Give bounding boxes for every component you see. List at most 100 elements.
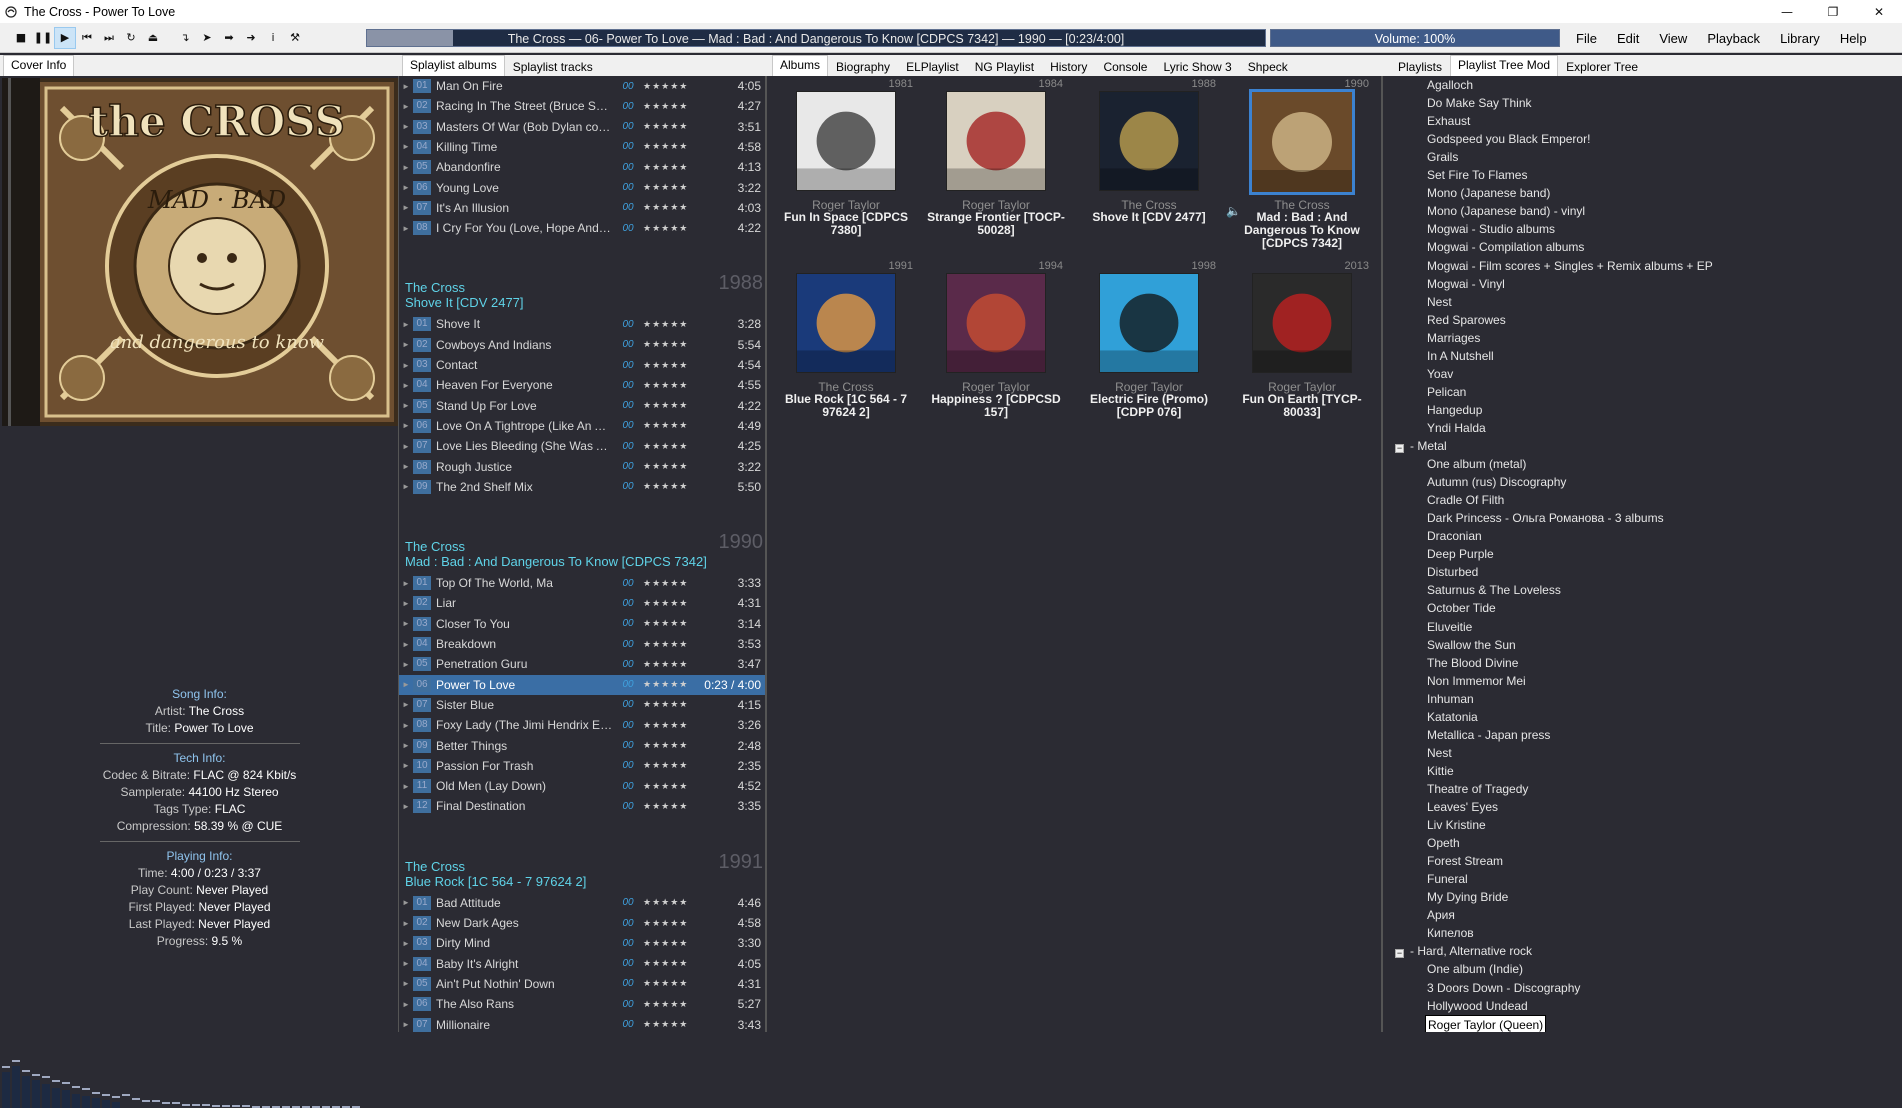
expand-icon[interactable]: ► (402, 782, 410, 791)
expand-icon[interactable]: ► (402, 660, 410, 669)
expand-icon[interactable]: ► (402, 680, 410, 689)
track-row[interactable]: ► 04 Killing Time 00 ★★★★★ 4:58 (399, 137, 765, 157)
rating-stars[interactable]: ★★★★★ (643, 740, 693, 751)
track-row[interactable]: ► 05 Stand Up For Love 00 ★★★★★ 4:22 (399, 396, 765, 416)
track-row[interactable]: ► 07 Sister Blue 00 ★★★★★ 4:15 (399, 695, 765, 715)
track-row[interactable]: ► 01 Bad Attitude 00 ★★★★★ 4:46 (399, 893, 765, 913)
expand-icon[interactable]: ► (402, 579, 410, 588)
tab-splaylist-tracks[interactable]: Splaylist tracks (505, 57, 601, 76)
tree-item[interactable]: October Tide (1427, 599, 1496, 617)
rating-stars[interactable]: ★★★★★ (643, 618, 693, 629)
track-row[interactable]: ► 05 Penetration Guru 00 ★★★★★ 3:47 (399, 654, 765, 674)
expand-icon[interactable]: ► (402, 802, 410, 811)
rating-stars[interactable]: ★★★★★ (643, 461, 693, 472)
track-row[interactable]: ► 02 Liar 00 ★★★★★ 4:31 (399, 593, 765, 613)
rating-stars[interactable]: ★★★★★ (643, 760, 693, 771)
album-thumbnail[interactable] (796, 91, 896, 191)
rating-stars[interactable]: ★★★★★ (643, 958, 693, 969)
tab-explorer-tree[interactable]: Explorer Tree (1558, 57, 1646, 76)
tree-item[interactable]: Grails (1427, 148, 1458, 166)
tree-item[interactable]: One album (metal) (1427, 455, 1526, 473)
menu-help[interactable]: Help (1830, 31, 1877, 46)
rating-stars[interactable]: ★★★★★ (643, 938, 693, 949)
menu-view[interactable]: View (1649, 31, 1697, 46)
tools-icon[interactable]: ⚒ (284, 27, 306, 49)
tab-albums[interactable]: Albums (772, 55, 829, 76)
foobar-app-icon[interactable] (4, 5, 18, 19)
expand-icon[interactable]: ► (402, 741, 410, 750)
track-row[interactable]: ► 03 Masters Of War (Bob Dylan cover) 00 ★★★… (399, 117, 765, 137)
tab-playlists[interactable]: Playlists (1390, 57, 1450, 76)
tree-category[interactable]: − - Hard, Alternative rock (1395, 942, 1532, 960)
rating-stars[interactable]: ★★★★★ (643, 162, 693, 173)
album-thumbnail[interactable] (946, 273, 1046, 373)
tree-item[interactable]: Mogwai - Vinyl (1427, 275, 1505, 293)
rating-stars[interactable]: ★★★★★ (643, 978, 693, 989)
collapse-icon[interactable]: − (1395, 444, 1404, 453)
expand-icon[interactable]: ► (402, 82, 410, 91)
expand-icon[interactable]: ► (402, 700, 410, 709)
rating-stars[interactable]: ★★★★★ (643, 121, 693, 132)
tree-item[interactable]: Yndi Halda (1427, 419, 1486, 437)
album-group-header[interactable]: The Cross Shove It [CDV 2477] 1988 (405, 273, 763, 310)
expand-icon[interactable]: ► (402, 340, 410, 349)
tree-item[interactable]: Marriages (1427, 329, 1480, 347)
track-row[interactable]: ► 03 Dirty Mind 00 ★★★★★ 3:30 (399, 933, 765, 953)
tab-biography[interactable]: Biography (828, 57, 898, 76)
tree-item[interactable]: Saturnus & The Loveless (1427, 581, 1561, 599)
rating-stars[interactable]: ★★★★★ (643, 897, 693, 908)
tree-item[interactable]: Hangedup (1427, 401, 1482, 419)
playlist-view[interactable]: ► 01 Man On Fire 00 ★★★★★ 4:05 ► 02 Racing In Th… (399, 76, 767, 1032)
expand-icon[interactable]: ► (402, 401, 410, 410)
rating-stars[interactable]: ★★★★★ (643, 141, 693, 152)
cursor-follows-playback-icon[interactable]: ➡ (218, 27, 240, 49)
rating-stars[interactable]: ★★★★★ (643, 598, 693, 609)
expand-icon[interactable]: ► (402, 442, 410, 451)
expand-icon[interactable]: ► (402, 122, 410, 131)
expand-icon[interactable]: ► (402, 919, 410, 928)
tree-item[interactable]: Dark Princess - Ольга Романова - 3 album… (1427, 509, 1664, 527)
tab-cover-info[interactable]: Cover Info (3, 55, 75, 76)
menu-file[interactable]: File (1566, 31, 1607, 46)
tree-item[interactable]: Leaves' Eyes (1427, 798, 1498, 816)
rating-stars[interactable]: ★★★★★ (643, 400, 693, 411)
track-row[interactable]: ► 05 Abandonfire 00 ★★★★★ 4:13 (399, 157, 765, 177)
track-row[interactable]: ► 04 Breakdown 00 ★★★★★ 3:53 (399, 634, 765, 654)
tree-item[interactable]: Кипелов (1427, 924, 1474, 942)
album-thumbnail[interactable] (1249, 89, 1355, 195)
rating-stars[interactable]: ★★★★★ (643, 481, 693, 492)
rating-stars[interactable]: ★★★★★ (643, 81, 693, 92)
rating-stars[interactable]: ★★★★★ (643, 319, 693, 330)
tree-item[interactable]: Do Make Say Think (1427, 94, 1532, 112)
tree-item[interactable]: Cradle Of Filth (1427, 491, 1504, 509)
tree-item[interactable]: Autumn (rus) Discography (1427, 473, 1566, 491)
expand-icon[interactable]: ► (402, 761, 410, 770)
tree-item[interactable]: Funeral (1427, 870, 1468, 888)
tree-item[interactable]: Disturbed (1427, 563, 1478, 581)
previous-button[interactable]: ⏮ (76, 27, 98, 49)
tree-item[interactable]: Forest Stream (1427, 852, 1503, 870)
track-row[interactable]: ► 07 Love Lies Bleeding (She Was A... 00 ★★★… (399, 436, 765, 456)
tab-ng-playlist[interactable]: NG Playlist (967, 57, 1042, 76)
rating-stars[interactable]: ★★★★★ (643, 699, 693, 710)
tree-item[interactable]: Yoav (1427, 365, 1453, 383)
tree-item[interactable]: Mono (Japanese band) - vinyl (1427, 202, 1585, 220)
tree-item[interactable]: Opeth (1427, 834, 1460, 852)
rating-stars[interactable]: ★★★★★ (643, 420, 693, 431)
track-row[interactable]: ► 06 Love On A Tightrope (Like An An... 00 ★… (399, 416, 765, 436)
playback-order-icon[interactable]: ↴ (174, 27, 196, 49)
track-row[interactable]: ► 05 Ain't Put Nothin' Down 00 ★★★★★ 4:31 (399, 974, 765, 994)
track-row[interactable]: ► 01 Top Of The World, Ma 00 ★★★★★ 3:33 (399, 573, 765, 593)
expand-icon[interactable]: ► (402, 1000, 410, 1009)
track-row[interactable]: ► 08 Rough Justice 00 ★★★★★ 3:22 (399, 457, 765, 477)
expand-icon[interactable]: ► (402, 224, 410, 233)
rating-stars[interactable]: ★★★★★ (643, 679, 693, 690)
expand-icon[interactable]: ► (402, 939, 410, 948)
follow-cursor-icon[interactable]: ➤ (196, 27, 218, 49)
track-row[interactable]: ► 08 Foxy Lady (The Jimi Hendrix Exp... 00 ★… (399, 715, 765, 735)
album-thumbnail[interactable] (946, 91, 1046, 191)
rating-stars[interactable]: ★★★★★ (643, 441, 693, 452)
tree-item[interactable]: The Blood Divine (1427, 654, 1518, 672)
tree-item[interactable]: Mogwai - Compilation albums (1427, 238, 1584, 256)
album-thumbnail[interactable] (1099, 273, 1199, 373)
